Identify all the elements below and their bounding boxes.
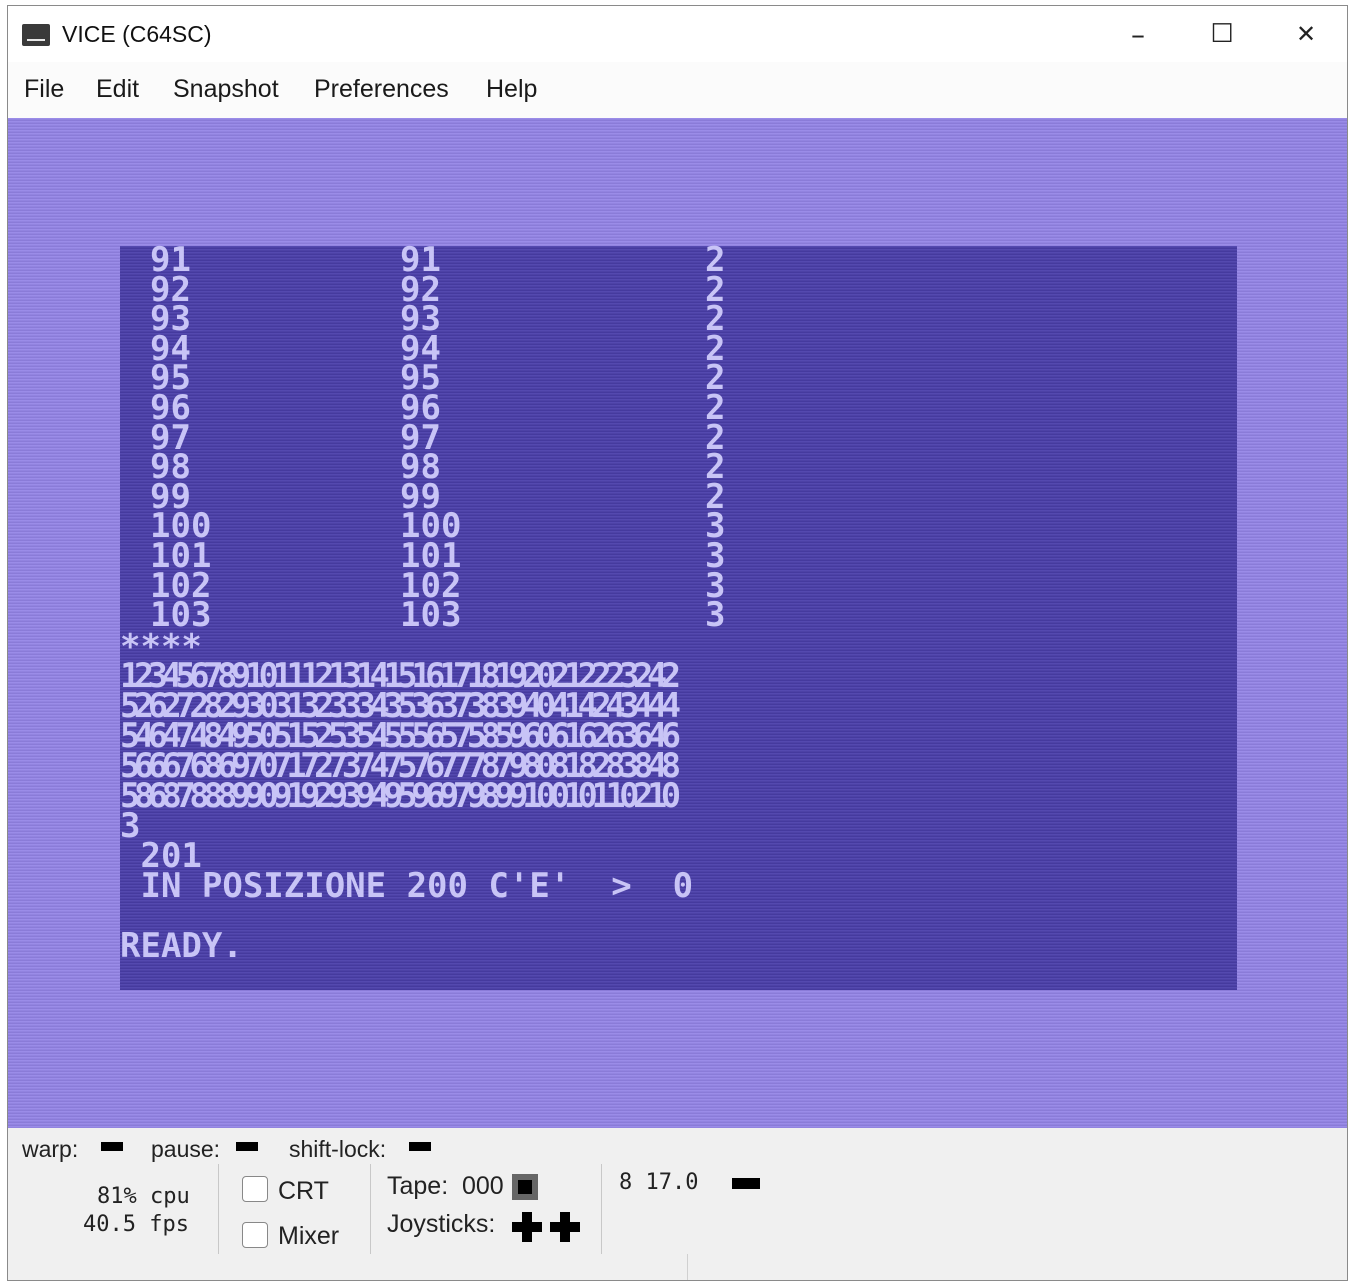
- minimize-button[interactable]: –: [1096, 6, 1180, 62]
- cpu-usage: 81% cpu: [97, 1184, 190, 1209]
- mixer-checkbox[interactable]: [242, 1222, 268, 1248]
- status-bar: warp: pause: shift-lock: 81% cpu 40.5 fp…: [8, 1128, 1347, 1280]
- separator: [601, 1164, 602, 1254]
- separator: [370, 1164, 371, 1254]
- emulator-border[interactable]: 91 91 2 92 92 2 93 93 2 94 94 2 95 95 2 96 96 2 97 97 2 98 98 2…: [8, 118, 1347, 1128]
- separator: [218, 1164, 219, 1254]
- menu-file[interactable]: File: [24, 75, 64, 104]
- drive-led-icon: [732, 1178, 760, 1189]
- fps-readout: 40.5 fps: [83, 1212, 189, 1237]
- menu-preferences[interactable]: Preferences: [314, 75, 449, 104]
- drive-status: 8 17.0: [619, 1170, 699, 1195]
- crt-label: CRT: [278, 1177, 329, 1205]
- table-cell: 3: [705, 595, 726, 636]
- pause-led-icon: [236, 1142, 258, 1151]
- joystick-2-icon[interactable]: [550, 1212, 580, 1242]
- tape-counter: 000: [462, 1172, 504, 1200]
- warp-label: warp:: [22, 1136, 79, 1162]
- menu-snapshot[interactable]: Snapshot: [173, 75, 279, 104]
- joysticks-label: Joysticks:: [387, 1210, 496, 1238]
- window-title: VICE (C64SC): [62, 21, 212, 47]
- emulator-screen[interactable]: 91 91 2 92 92 2 93 93 2 94 94 2 95 95 2 96 96 2 97 97 2 98 98 2…: [120, 243, 1237, 990]
- maximize-button[interactable]: ☐: [1180, 6, 1264, 62]
- shift-lock-led-icon: [409, 1142, 431, 1151]
- screen-line: READY.: [120, 926, 243, 966]
- table-cell: 103: [400, 595, 462, 636]
- separator: [687, 1254, 688, 1280]
- joystick-1-icon[interactable]: [512, 1212, 542, 1242]
- tape-status-icon[interactable]: [512, 1174, 538, 1200]
- screen-line: 5868788899091929394959697989910010110210: [120, 776, 681, 815]
- vice-window: VICE (C64SC) – ☐ ✕ File Edit Snapshot Pr…: [7, 5, 1348, 1281]
- shift-lock-label: shift-lock:: [289, 1136, 387, 1162]
- mixer-label: Mixer: [278, 1222, 340, 1250]
- menu-edit[interactable]: Edit: [96, 75, 139, 104]
- screen-line: IN POSIZIONE 200 C'E' > 0: [120, 866, 694, 906]
- tape-label: Tape:: [387, 1172, 449, 1200]
- menu-bar: File Edit Snapshot Preferences Help: [8, 62, 1347, 119]
- close-button[interactable]: ✕: [1264, 6, 1347, 62]
- crt-checkbox[interactable]: [242, 1176, 268, 1202]
- title-bar[interactable]: VICE (C64SC) – ☐ ✕: [8, 6, 1347, 62]
- vice-app-icon: [22, 24, 50, 46]
- menu-help[interactable]: Help: [486, 75, 537, 104]
- pause-label: pause:: [151, 1136, 221, 1162]
- warp-led-icon: [101, 1142, 123, 1151]
